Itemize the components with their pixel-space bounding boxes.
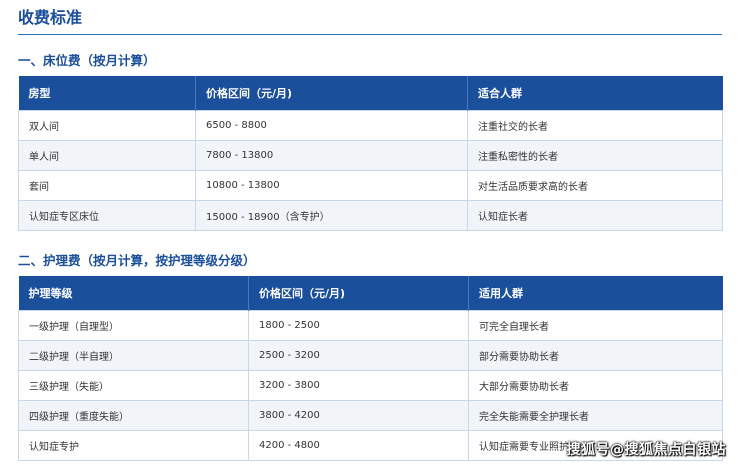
care-level-cell: 一级护理（自理型） [18,310,249,341]
care-level-cell: 四级护理（重度失能） [18,400,249,431]
room-type-cell: 套间 [18,170,196,201]
table-row: 一级护理（自理型） 1800 - 2500 可完全自理长者 [18,310,723,341]
target-group-cell: 注重私密性的长者 [467,140,723,171]
column-header-care-level: 护理等级 [18,276,249,311]
column-header-price-range: 价格区间（元/月) [195,76,468,111]
price-cell: 7800 - 13800 [195,140,468,171]
room-type-cell: 单人间 [18,140,196,171]
price-cell: 2500 - 3200 [248,340,469,371]
price-cell: 3800 - 4200 [248,400,469,431]
price-cell: 4200 - 4800 [248,430,469,461]
table-row: 套间 10800 - 13800 对生活品质要求高的长者 [18,170,723,201]
table-row: 二级护理（半自理） 2500 - 3200 部分需要协助长者 [18,340,723,371]
target-group-cell: 对生活品质要求高的长者 [467,170,723,201]
target-group-cell: 认知症长者 [467,200,723,231]
table-header-row: 房型 价格区间（元/月) 适合人群 [18,76,723,111]
table-row: 四级护理（重度失能） 3800 - 4200 完全失能需要全护理长者 [18,400,723,431]
column-header-target-group: 适合人群 [467,76,723,111]
column-header-room-type: 房型 [18,76,196,111]
column-header-applicable-group: 适用人群 [468,276,723,311]
care-fee-section-title: 二、护理费（按月计算，按护理等级分级） [18,253,256,268]
applicable-group-cell: 可完全自理长者 [468,310,723,341]
table-row: 三级护理（失能） 3200 - 3800 大部分需要协助长者 [18,370,723,401]
table-header-row: 护理等级 价格区间（元/月) 适用人群 [18,276,723,311]
care-level-cell: 三级护理（失能） [18,370,249,401]
page-title: 收费标准 [18,8,83,27]
price-cell: 3200 - 3800 [248,370,469,401]
care-level-cell: 二级护理（半自理） [18,340,249,371]
room-type-cell: 双人间 [18,110,196,141]
applicable-group-cell: 部分需要协助长者 [468,340,723,371]
applicable-group-cell: 大部分需要协助长者 [468,370,723,401]
table-row: 单人间 7800 - 13800 注重私密性的长者 [18,140,723,171]
price-cell: 1800 - 2500 [248,310,469,341]
target-group-cell: 注重社交的长者 [467,110,723,141]
table-row: 双人间 6500 - 8800 注重社交的长者 [18,110,723,141]
applicable-group-cell: 完全失能需要全护理长者 [468,400,723,431]
table-row: 认知症专区床位 15000 - 18900（含专护） 认知症长者 [18,200,723,231]
title-divider [18,34,722,35]
price-cell: 6500 - 8800 [195,110,468,141]
watermark: 搜狐号@搜狐焦点白银站 [566,442,726,458]
column-header-price-range: 价格区间（元/月) [248,276,469,311]
bed-fee-section-title: 一、床位费（按月计算） [18,53,156,68]
care-level-cell: 认知症专护 [18,430,249,461]
bed-fee-table: 房型 价格区间（元/月) 适合人群 双人间 6500 - 8800 注重社交的长… [18,76,723,231]
price-cell: 15000 - 18900（含专护） [195,200,468,231]
price-cell: 10800 - 13800 [195,170,468,201]
room-type-cell: 认知症专区床位 [18,200,196,231]
care-fee-table: 护理等级 价格区间（元/月) 适用人群 一级护理（自理型） 1800 - 250… [18,276,723,461]
